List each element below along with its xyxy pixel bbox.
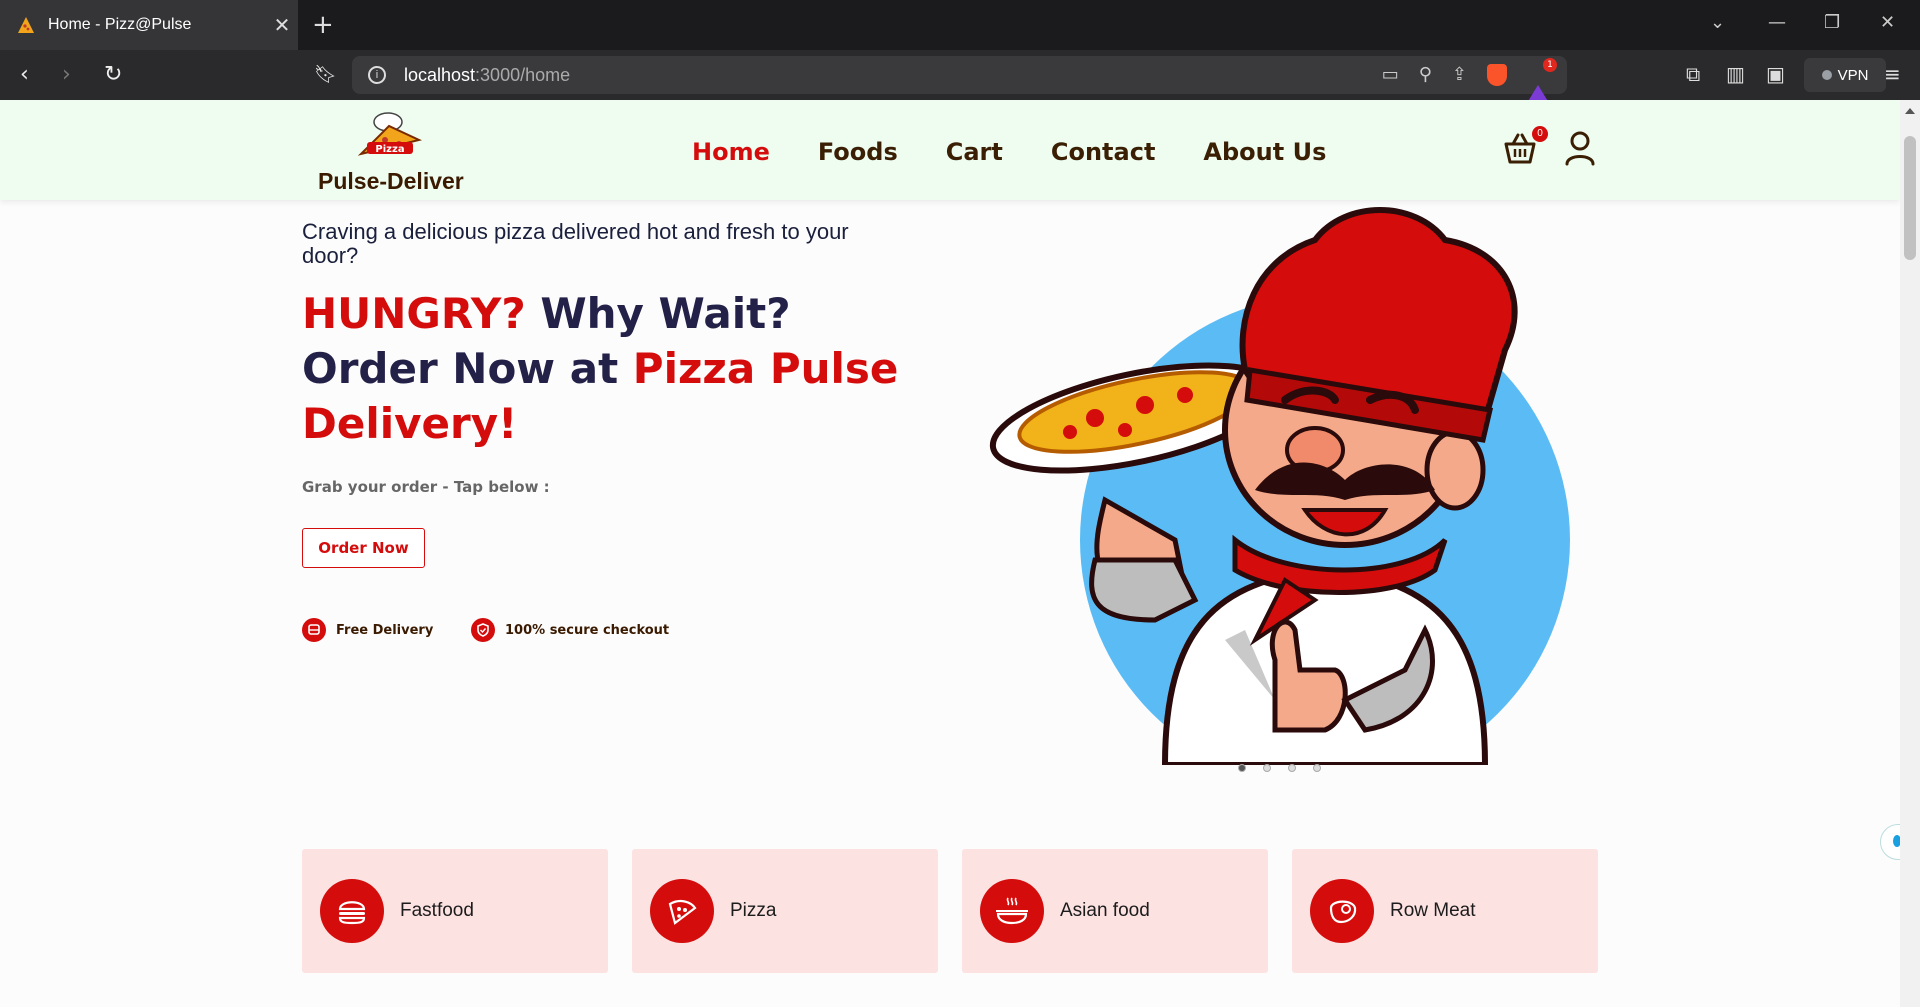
cast-icon[interactable]: ▭ — [1382, 64, 1399, 86]
brave-shields-icon[interactable] — [1487, 64, 1507, 86]
nav-about-us[interactable]: About Us — [1203, 138, 1326, 166]
category-label: Row Meat — [1390, 900, 1476, 921]
carousel-dot-4[interactable] — [1313, 764, 1321, 772]
site-info-icon[interactable]: i — [368, 66, 386, 84]
site-header: Pizza Pulse-Deliver Home Foods Cart Cont… — [0, 100, 1900, 200]
category-label: Fastfood — [400, 900, 474, 921]
category-card-row-meat[interactable]: Row Meat — [1292, 849, 1598, 973]
address-bar-actions: ▭ ⚲ ⇪ 1 — [1382, 58, 1557, 103]
back-icon[interactable]: ‹ — [20, 62, 29, 87]
nav-home[interactable]: Home — [692, 138, 770, 166]
pizza-favicon-icon — [18, 17, 34, 33]
browser-tab-bar: Home - Pizz@Pulse ✕ + ⌄ — ❐ ✕ — [0, 0, 1920, 50]
reload-icon[interactable]: ↻ — [104, 62, 122, 87]
cart-count-badge: 0 — [1532, 126, 1548, 142]
chef-pizza-illustration — [989, 207, 1570, 765]
widget-icon — [1893, 835, 1900, 847]
category-list: Fastfood Pizza Asian food Row Meat — [302, 849, 1598, 973]
tab-list-chevron-icon[interactable]: ⌄ — [1710, 12, 1725, 33]
carousel-dot-2[interactable] — [1263, 764, 1271, 772]
url-path: :3000/home — [475, 64, 571, 85]
forward-icon[interactable]: › — [62, 62, 71, 87]
bookmark-icon[interactable]: 🔖︎ — [314, 64, 337, 85]
nav-contact[interactable]: Contact — [1051, 138, 1156, 166]
main-nav: Home Foods Cart Contact About Us — [692, 138, 1326, 166]
burger-icon — [320, 879, 384, 943]
category-card-pizza[interactable]: Pizza — [632, 849, 938, 973]
new-tab-button[interactable]: + — [312, 10, 334, 40]
category-label: Asian food — [1060, 900, 1150, 921]
dish-icon — [980, 879, 1044, 943]
brave-rewards-icon[interactable]: 1 — [1527, 58, 1557, 103]
scroll-up-arrow-icon[interactable] — [1905, 108, 1915, 114]
vpn-label: VPN — [1837, 66, 1869, 84]
perk-label: 100% secure checkout — [505, 622, 670, 638]
nav-cart[interactable]: Cart — [946, 138, 1003, 166]
logo-badge-text: Pizza — [375, 144, 404, 155]
tab-title: Home - Pizz@Pulse — [48, 16, 192, 33]
hero-grab-text: Grab your order - Tap below : — [302, 478, 550, 496]
vpn-status-dot — [1821, 70, 1832, 80]
category-card-asian-food[interactable]: Asian food — [962, 849, 1268, 973]
menu-icon[interactable]: ≡ — [1884, 62, 1901, 86]
hero-subtitle: Craving a delicious pizza delivered hot … — [302, 219, 849, 268]
pizza-logo-icon[interactable]: Pizza — [355, 110, 425, 162]
meat-icon — [1310, 879, 1374, 943]
url-host: localhost — [404, 64, 476, 85]
hero-title: HUNGRY? Why Wait? Order Now at Pizza Puls… — [302, 286, 902, 451]
delivery-icon — [302, 618, 326, 642]
category-card-fastfood[interactable]: Fastfood — [302, 849, 608, 973]
perk-secure-checkout: 100% secure checkout — [471, 618, 669, 642]
rewards-badge: 1 — [1543, 58, 1557, 72]
close-window-icon[interactable]: ✕ — [1880, 12, 1895, 33]
pizza-slice-icon — [650, 879, 714, 943]
scroll-thumb[interactable] — [1904, 136, 1916, 260]
vpn-button[interactable]: VPN — [1804, 58, 1886, 92]
perk-label: Free Delivery — [336, 622, 434, 638]
extensions-icon[interactable]: ⧉ — [1686, 62, 1700, 86]
minimize-icon[interactable]: — — [1768, 12, 1786, 33]
hero-title-hungry: HUNGRY? — [302, 289, 526, 338]
hero-title-order-now: Order Now at — [302, 344, 633, 393]
logo-text[interactable]: Pulse-Deliver — [318, 168, 464, 195]
web-page: Pizza Pulse-Deliver Home Foods Cart Cont… — [0, 100, 1900, 1007]
carousel-dots — [1238, 764, 1321, 772]
shield-check-icon — [471, 618, 495, 642]
browser-tab-active[interactable]: Home - Pizz@Pulse ✕ — [0, 0, 298, 50]
nav-foods[interactable]: Foods — [818, 138, 898, 166]
share-icon[interactable]: ⇪ — [1452, 64, 1467, 86]
restore-icon[interactable]: ❐ — [1824, 12, 1840, 33]
browser-toolbar: ‹ › ↻ 🔖︎ i localhost:3000/home ▭ ⚲ ⇪ 1 ⧉… — [0, 50, 1920, 103]
perk-free-delivery: Free Delivery — [302, 618, 433, 642]
carousel-dot-3[interactable] — [1288, 764, 1296, 772]
side-widget-button[interactable] — [1880, 824, 1900, 860]
wallet-icon[interactable]: ▣ — [1766, 62, 1785, 86]
page-scrollbar[interactable] — [1900, 100, 1920, 1007]
carousel-dot-1[interactable] — [1238, 764, 1246, 772]
sidebar-icon[interactable]: ▥ — [1726, 62, 1745, 86]
tab-close-icon[interactable]: ✕ — [266, 13, 298, 37]
category-label: Pizza — [730, 900, 777, 921]
user-account-icon[interactable] — [1564, 130, 1596, 166]
order-now-button[interactable]: Order Now — [302, 528, 425, 568]
zoom-icon[interactable]: ⚲ — [1419, 64, 1432, 86]
address-bar[interactable]: i localhost:3000/home ▭ ⚲ ⇪ 1 — [352, 56, 1567, 103]
hero-title-why-wait: Why Wait? — [525, 289, 791, 338]
